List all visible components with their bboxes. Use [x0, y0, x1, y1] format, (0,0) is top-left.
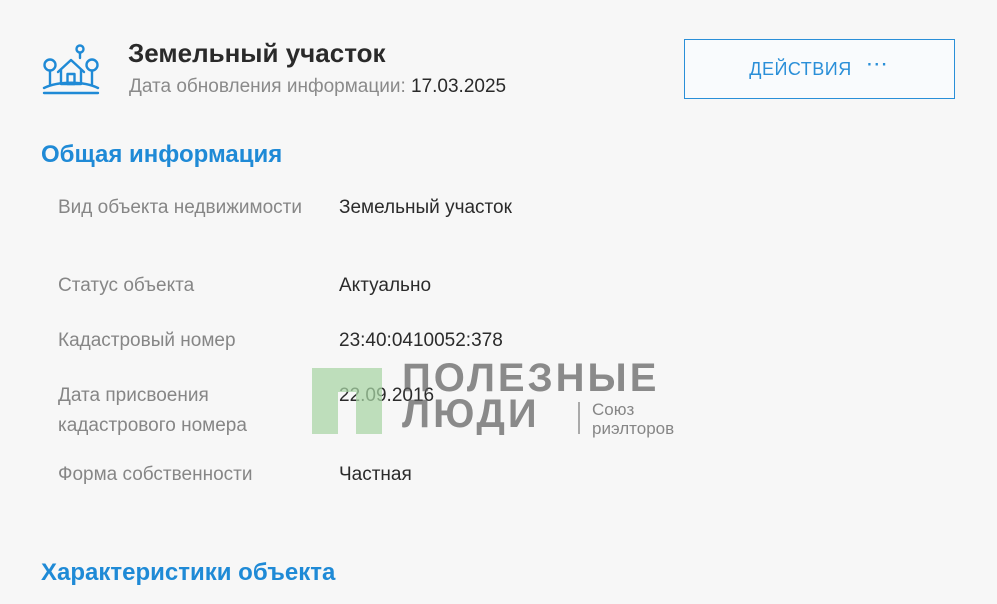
section-title-characteristics: Характеристики объекта [41, 559, 336, 586]
info-label-ownership: Форма собственности [58, 464, 253, 485]
watermark-sub: Союз риэлторов [592, 400, 674, 438]
house-plot-icon [42, 44, 100, 95]
update-date: 17.03.2025 [411, 76, 507, 97]
info-value-ownership: Частная [339, 464, 412, 485]
actions-button[interactable]: ДЕЙСТВИЯ ⋯ [684, 39, 955, 99]
update-label: Дата обновления информации: [129, 76, 406, 97]
watermark-sub2: риэлторов [592, 419, 675, 438]
info-value-cadastral-date: 22.09.2016 [339, 385, 435, 406]
property-card: Земельный участок Дата обновления информ… [0, 0, 997, 604]
watermark-line1: ПОЛЕЗНЫЕ [402, 356, 660, 400]
info-label-object-type: Вид объекта недвижимости [58, 197, 302, 218]
page-title: Земельный участок [128, 38, 386, 68]
actions-label: ДЕЙСТВИЯ [749, 58, 852, 79]
info-value-status: Актуально [339, 275, 432, 296]
watermark-divider [578, 402, 580, 434]
more-dots-icon: ⋯ [865, 51, 890, 76]
info-label-cadastral-number: Кадастровый номер [58, 330, 236, 351]
info-value-cadastral-number: 23:40:0410052:378 [339, 330, 503, 351]
info-value-object-type: Земельный участок [339, 197, 512, 218]
watermark-sub1: Союз [592, 400, 635, 419]
info-label-cadastral-date: Дата присвоения кадастрового номера [58, 385, 247, 436]
section-title-general: Общая информация [41, 141, 283, 168]
info-label-status: Статус объекта [58, 275, 195, 296]
update-info: Дата обновления информации: 17.03.2025 [129, 76, 506, 98]
